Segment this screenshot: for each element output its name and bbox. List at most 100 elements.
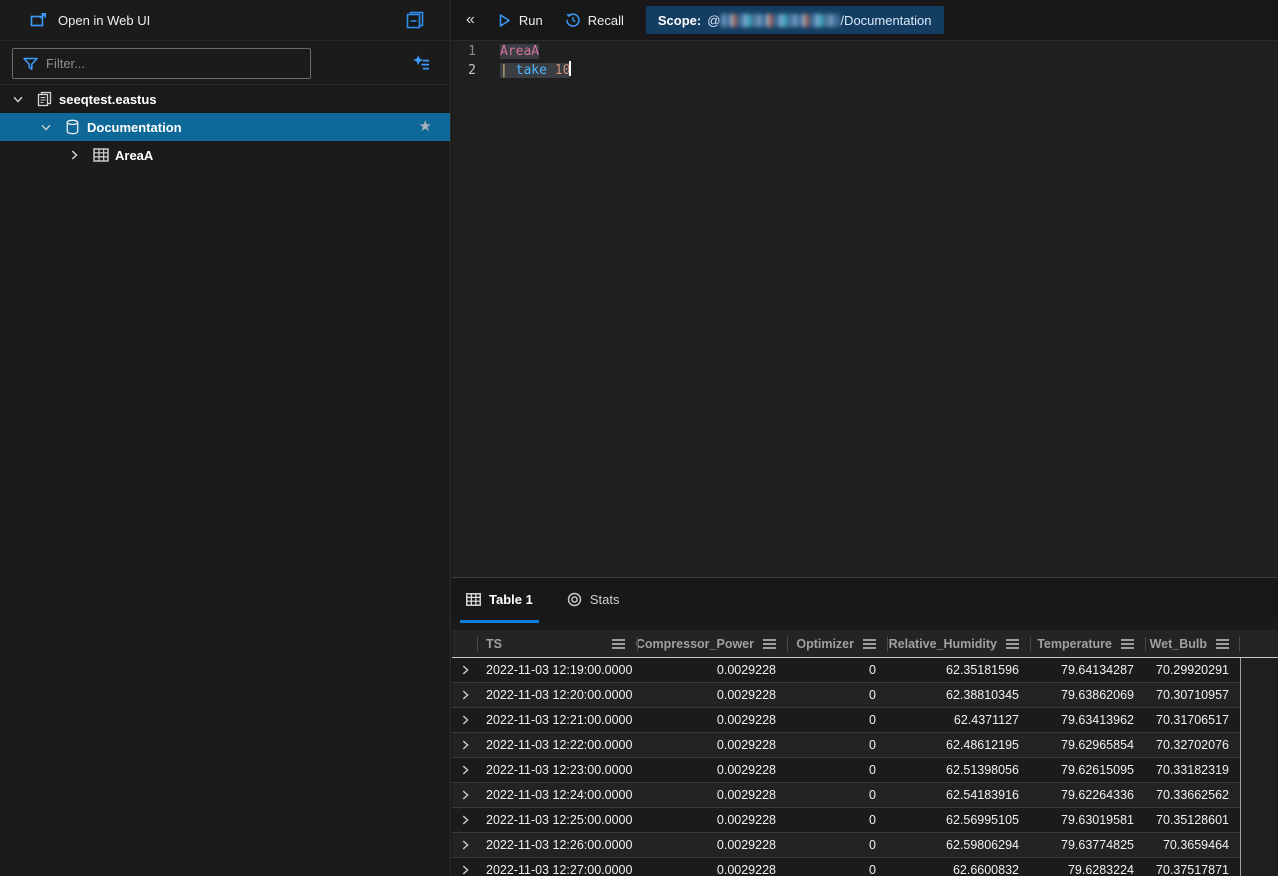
column-menu-icon[interactable] [1006,639,1019,649]
cell-wet_bulb: 70.31706517 [1145,708,1240,732]
filter-input[interactable] [46,56,310,71]
table-row[interactable]: 2022-11-03 12:22:00.00000.0029228062.486… [452,733,1240,758]
cell-relative_humidity: 62.6600832 [887,858,1030,876]
column-header-expander [452,630,477,657]
collapse-toolbar-button[interactable]: « [466,12,475,28]
column-separator [1239,637,1240,651]
cell-relative_humidity: 62.56995105 [887,808,1030,832]
column-separator [1030,637,1031,651]
code-text: | take 10 [490,61,571,80]
panel-layout-icon[interactable] [404,9,426,31]
kusto-app-window: Open in Web UI [0,0,1278,876]
table-row[interactable]: 2022-11-03 12:27:00.00000.0029228062.660… [452,858,1240,876]
cell-wet_bulb: 70.35128601 [1145,808,1240,832]
cell-relative_humidity: 62.4371127 [887,708,1030,732]
cell-relative_humidity: 62.54183916 [887,783,1030,807]
token-pipe: | [500,63,516,78]
tree-item-documentation[interactable]: Documentation ★ [0,113,450,141]
row-expander[interactable] [452,658,477,682]
filter-input-box[interactable] [12,48,311,79]
chevron-right-icon [458,763,472,777]
chevron-right-icon [458,813,472,827]
external-link-icon [30,13,48,28]
editor-line[interactable]: 2| take 10 [452,61,1278,80]
column-menu-icon[interactable] [763,639,776,649]
cell-compressor_power: 0.0029228 [637,708,787,732]
row-expander[interactable] [452,833,477,857]
cell-wet_bulb: 70.32702076 [1145,733,1240,757]
cell-temperature: 79.63019581 [1030,808,1145,832]
filter-favorites-icon[interactable] [410,52,432,74]
table-row[interactable]: 2022-11-03 12:23:00.00000.0029228062.513… [452,758,1240,783]
run-button[interactable]: Run [497,13,543,28]
cell-compressor_power: 0.0029228 [637,733,787,757]
recall-button[interactable]: Recall [565,12,624,28]
row-expander[interactable] [452,858,477,876]
cell-wet_bulb: 70.3659464 [1145,833,1240,857]
column-menu-icon[interactable] [612,639,625,649]
row-expander[interactable] [452,808,477,832]
table-row[interactable]: 2022-11-03 12:26:00.00000.0029228062.598… [452,833,1240,858]
column-menu-icon[interactable] [1121,639,1134,649]
column-label: Relative_Humidity [889,637,997,651]
row-expander[interactable] [452,708,477,732]
open-in-web-ui-button[interactable]: Open in Web UI [30,13,150,28]
table-row[interactable]: 2022-11-03 12:20:00.00000.0029228062.388… [452,683,1240,708]
chevron-right-icon[interactable] [66,147,82,163]
table-row[interactable]: 2022-11-03 12:25:00.00000.0029228062.569… [452,808,1240,833]
editor-line[interactable]: 1AreaA [452,42,1278,61]
main-region: « Run Recall [452,0,1278,876]
results-panel: Table 1 Stats TSCompressor_Power Optimize… [452,577,1278,876]
favorite-star-icon[interactable]: ★ [419,117,432,135]
column-header-wet_bulb[interactable]: Wet_Bulb [1145,630,1240,657]
scope-redacted-cluster [721,14,839,27]
row-expander[interactable] [452,783,477,807]
tab-stats[interactable]: Stats [561,578,626,623]
column-menu-icon[interactable] [863,639,876,649]
column-header-compressor_power[interactable]: Compressor_Power [637,630,787,657]
cell-wet_bulb: 70.37517871 [1145,858,1240,876]
row-expander[interactable] [452,758,477,782]
column-label: Optimizer [796,637,854,651]
tab-table-1[interactable]: Table 1 [460,578,539,623]
scope-selector[interactable]: Scope: @ /Documentation [646,6,944,34]
cell-optimizer: 0 [787,658,887,682]
tree-item-areaa[interactable]: AreaA ★ [0,141,450,169]
cell-optimizer: 0 [787,858,887,876]
results-tabbar: Table 1 Stats [452,578,1278,623]
column-menu-icon[interactable] [1216,639,1229,649]
cell-compressor_power: 0.0029228 [637,683,787,707]
query-editor[interactable]: 1AreaA2| take 10 [452,42,1278,577]
cell-temperature: 79.63413962 [1030,708,1145,732]
code-text: AreaA [490,42,539,61]
cell-ts: 2022-11-03 12:20:00.0000 [477,683,637,707]
query-toolbar: « Run Recall [452,0,1278,41]
cell-ts: 2022-11-03 12:23:00.0000 [477,758,637,782]
column-separator [887,637,888,651]
cell-temperature: 79.62264336 [1030,783,1145,807]
token-number: 10 [555,63,571,78]
grid-header-row: TSCompressor_Power Optimizer Relative_Humi… [452,630,1278,658]
cell-relative_humidity: 62.48612195 [887,733,1030,757]
connections-sidebar: Open in Web UI [0,0,451,876]
tree-item-seeqtest-eastus[interactable]: seeqtest.eastus ★ [0,85,450,113]
column-header-optimizer[interactable]: Optimizer [787,630,887,657]
cell-ts: 2022-11-03 12:24:00.0000 [477,783,637,807]
chevron-right-icon [458,788,472,802]
table-row[interactable]: 2022-11-03 12:19:00.00000.0029228062.351… [452,658,1240,683]
chevron-down-icon[interactable] [10,91,26,107]
column-header-relative_humidity[interactable]: Relative_Humidity [887,630,1030,657]
chevron-down-icon[interactable] [38,119,54,135]
row-expander[interactable] [452,683,477,707]
cell-optimizer: 0 [787,783,887,807]
recall-history-icon [565,12,581,28]
column-header-temperature[interactable]: Temperature [1030,630,1145,657]
grid-right-border [1240,658,1241,876]
line-number: 1 [452,42,490,61]
table-row[interactable]: 2022-11-03 12:24:00.00000.0029228062.541… [452,783,1240,808]
row-expander[interactable] [452,733,477,757]
table-row[interactable]: 2022-11-03 12:21:00.00000.0029228062.437… [452,708,1240,733]
cell-ts: 2022-11-03 12:21:00.0000 [477,708,637,732]
cell-relative_humidity: 62.59806294 [887,833,1030,857]
column-header-ts[interactable]: TS [477,630,637,657]
